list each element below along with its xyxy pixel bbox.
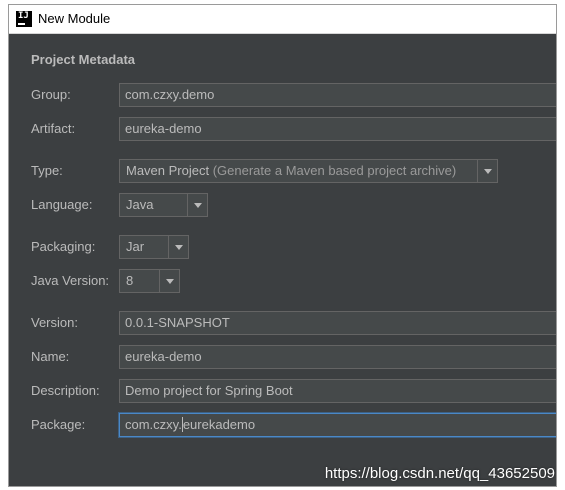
description-field[interactable]: Demo project for Spring Boot <box>119 379 556 403</box>
version-field[interactable]: 0.0.1-SNAPSHOT <box>119 311 556 335</box>
intellij-icon: IJ <box>16 11 32 27</box>
chevron-down-icon[interactable] <box>187 194 207 216</box>
title-bar: IJ New Module <box>9 5 556 34</box>
chevron-down-icon[interactable] <box>168 236 188 258</box>
group-field[interactable]: com.czxy.demo <box>119 83 556 107</box>
java-version-label: Java Version: <box>31 273 110 288</box>
java-version-select-value: 8 <box>126 273 134 288</box>
artifact-label: Artifact: <box>31 121 76 136</box>
description-label: Description: <box>31 383 100 398</box>
language-select[interactable]: Java <box>119 193 208 217</box>
language-label: Language: <box>31 197 93 212</box>
packaging-select[interactable]: Jar <box>119 235 189 259</box>
package-label: Package: <box>31 417 86 432</box>
name-label: Name: <box>31 349 70 364</box>
packaging-select-value: Jar <box>126 239 145 254</box>
group-label: Group: <box>31 87 71 102</box>
language-select-value: Java <box>126 197 154 212</box>
packaging-label: Packaging: <box>31 239 96 254</box>
window-title: New Module <box>38 11 111 26</box>
package-field[interactable]: com.czxy.eurekademo <box>119 413 556 437</box>
type-label: Type: <box>31 163 63 178</box>
section-title: Project Metadata <box>31 52 136 67</box>
version-label: Version: <box>31 315 78 330</box>
app-icon-text: IJ <box>18 11 29 21</box>
new-module-dialog: IJ New Module Project Metadata Group: co… <box>8 4 557 487</box>
type-select[interactable]: Maven Project (Generate a Maven based pr… <box>119 159 498 183</box>
artifact-field[interactable]: eureka-demo <box>119 117 556 141</box>
java-version-select[interactable]: 8 <box>119 269 180 293</box>
name-field[interactable]: eureka-demo <box>119 345 556 369</box>
watermark: https://blog.csdn.net/qq_43652509 <box>324 465 555 482</box>
chevron-down-icon[interactable] <box>159 270 179 292</box>
chevron-down-icon[interactable] <box>477 160 497 182</box>
type-select-value: Maven Project (Generate a Maven based pr… <box>126 163 457 178</box>
